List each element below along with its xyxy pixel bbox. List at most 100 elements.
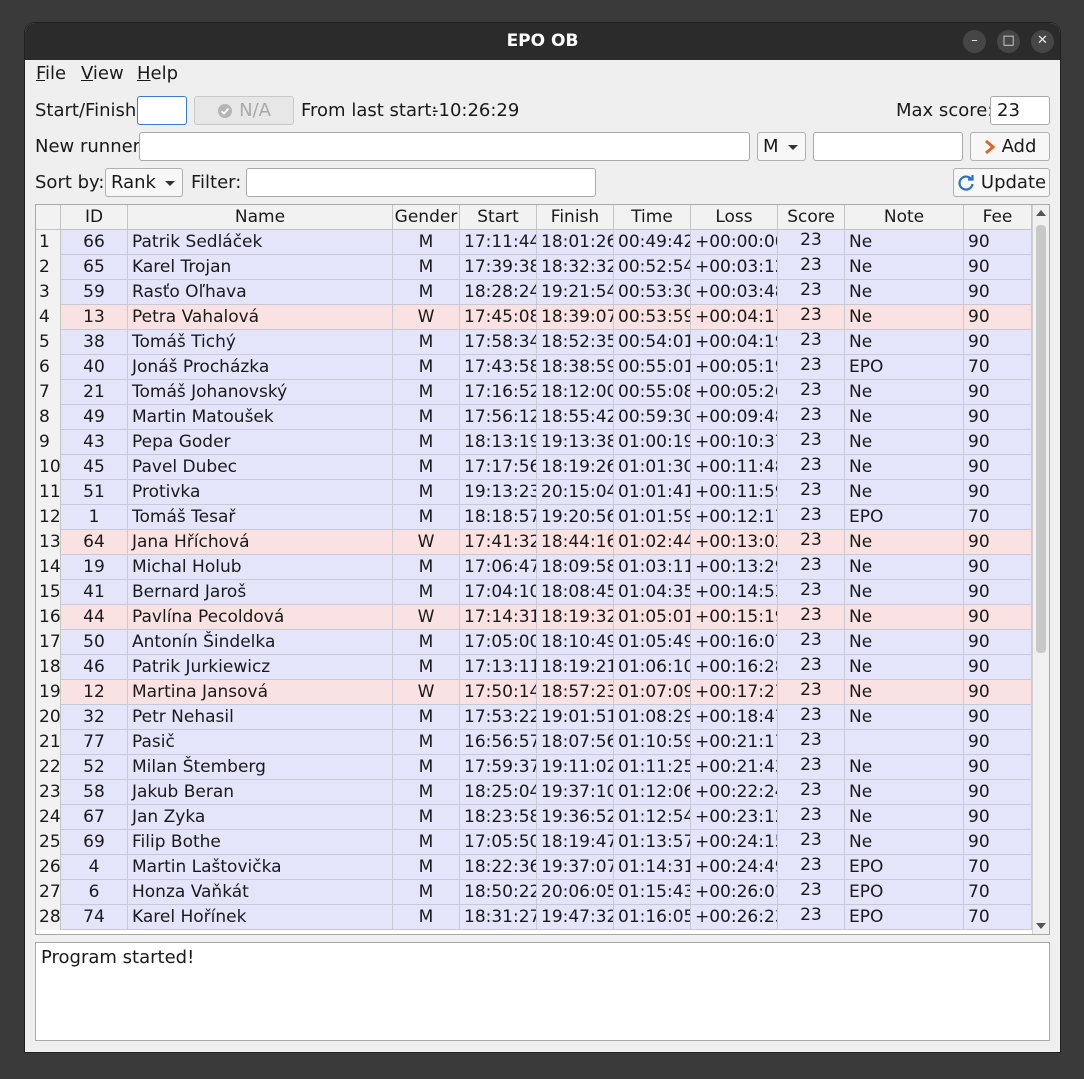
cell-id[interactable]: 52	[61, 755, 128, 780]
table-row[interactable]: 28 74 Karel Hořínek M 18:31:27 19:47:32 01:16:…	[36, 905, 1032, 930]
cell-start[interactable]: 17:59:37	[460, 755, 537, 780]
cell-score[interactable]: 23	[778, 680, 845, 705]
cell-name[interactable]: Bernard Jaroš	[128, 580, 393, 605]
runner-extra-input[interactable]	[813, 132, 963, 161]
cell-name[interactable]: Patrik Sedláček	[128, 230, 393, 255]
cell-start[interactable]: 19:13:23	[460, 480, 537, 505]
cell-note[interactable]: EPO	[845, 355, 964, 380]
row-number[interactable]: 21	[36, 730, 61, 755]
cell-start[interactable]: 17:56:12	[460, 405, 537, 430]
cell-loss[interactable]: +00:15:19	[691, 605, 778, 630]
cell-name[interactable]: Milan Štemberg	[128, 755, 393, 780]
vertical-scrollbar[interactable]	[1032, 205, 1049, 934]
cell-name[interactable]: Pavel Dubec	[128, 455, 393, 480]
column-header-finish[interactable]: Finish	[537, 205, 614, 230]
header-corner[interactable]	[36, 205, 61, 230]
cell-finish[interactable]: 19:13:38	[537, 430, 614, 455]
column-header-name[interactable]: Name	[128, 205, 393, 230]
cell-time[interactable]: 01:07:09	[614, 680, 691, 705]
cell-score[interactable]: 23	[778, 880, 845, 905]
cell-name[interactable]: Tomáš Tesař	[128, 505, 393, 530]
start-finish-input[interactable]	[137, 96, 187, 125]
cell-fee[interactable]: 90	[964, 730, 1032, 755]
cell-loss[interactable]: +00:26:23	[691, 905, 778, 930]
cell-loss[interactable]: +00:24:49	[691, 855, 778, 880]
cell-finish[interactable]: 18:08:45	[537, 580, 614, 605]
cell-finish[interactable]: 18:57:23	[537, 680, 614, 705]
cell-gender[interactable]: M	[393, 705, 460, 730]
cell-name[interactable]: Rasťo Oľhava	[128, 280, 393, 305]
cell-score[interactable]: 23	[778, 780, 845, 805]
cell-time[interactable]: 00:59:30	[614, 405, 691, 430]
cell-loss[interactable]: +00:13:29	[691, 555, 778, 580]
cell-time[interactable]: 01:05:01	[614, 605, 691, 630]
cell-score[interactable]: 23	[778, 830, 845, 855]
cell-start[interactable]: 17:58:34	[460, 330, 537, 355]
row-number[interactable]: 5	[36, 330, 61, 355]
table-row[interactable]: 27 6 Honza Vaňkát M 18:50:22 20:06:05 01:15:43…	[36, 880, 1032, 905]
cell-score[interactable]: 23	[778, 405, 845, 430]
column-header-time[interactable]: Time	[614, 205, 691, 230]
cell-finish[interactable]: 19:37:10	[537, 780, 614, 805]
table-row[interactable]: 25 69 Filip Bothe M 17:05:50 18:19:47 01:13:57…	[36, 830, 1032, 855]
cell-fee[interactable]: 90	[964, 605, 1032, 630]
cell-start[interactable]: 18:50:22	[460, 880, 537, 905]
cell-score[interactable]: 23	[778, 630, 845, 655]
table-row[interactable]: 5 38 Tomáš Tichý M 17:58:34 18:52:35 00:54:01 +…	[36, 330, 1032, 355]
cell-gender[interactable]: M	[393, 755, 460, 780]
cell-note[interactable]	[845, 730, 964, 755]
na-button[interactable]: N/A	[194, 96, 294, 125]
cell-loss[interactable]: +00:10:37	[691, 430, 778, 455]
cell-note[interactable]: Ne	[845, 605, 964, 630]
cell-fee[interactable]: 90	[964, 255, 1032, 280]
cell-note[interactable]: Ne	[845, 630, 964, 655]
menu-file[interactable]: File	[36, 63, 66, 84]
cell-score[interactable]: 23	[778, 705, 845, 730]
menu-help[interactable]: Help	[137, 63, 178, 84]
row-number[interactable]: 26	[36, 855, 61, 880]
row-number[interactable]: 8	[36, 405, 61, 430]
cell-fee[interactable]: 90	[964, 305, 1032, 330]
cell-start[interactable]: 18:18:57	[460, 505, 537, 530]
table-row[interactable]: 16 44 Pavlína Pecoldová W 17:14:31 18:19:32 01…	[36, 605, 1032, 630]
cell-name[interactable]: Filip Bothe	[128, 830, 393, 855]
cell-finish[interactable]: 18:19:47	[537, 830, 614, 855]
cell-finish[interactable]: 20:06:05	[537, 880, 614, 905]
cell-score[interactable]: 23	[778, 805, 845, 830]
cell-fee[interactable]: 90	[964, 430, 1032, 455]
cell-id[interactable]: 40	[61, 355, 128, 380]
cell-time[interactable]: 01:01:59	[614, 505, 691, 530]
cell-id[interactable]: 58	[61, 780, 128, 805]
cell-score[interactable]: 23	[778, 655, 845, 680]
cell-finish[interactable]: 18:38:59	[537, 355, 614, 380]
cell-start[interactable]: 17:13:11	[460, 655, 537, 680]
cell-gender[interactable]: M	[393, 580, 460, 605]
cell-fee[interactable]: 90	[964, 830, 1032, 855]
cell-start[interactable]: 18:22:36	[460, 855, 537, 880]
cell-note[interactable]: EPO	[845, 855, 964, 880]
cell-fee[interactable]: 90	[964, 755, 1032, 780]
column-header-id[interactable]: ID	[61, 205, 128, 230]
cell-fee[interactable]: 70	[964, 355, 1032, 380]
cell-start[interactable]: 17:53:22	[460, 705, 537, 730]
cell-start[interactable]: 18:25:04	[460, 780, 537, 805]
cell-time[interactable]: 01:00:19	[614, 430, 691, 455]
row-number[interactable]: 3	[36, 280, 61, 305]
cell-score[interactable]: 23	[778, 430, 845, 455]
cell-finish[interactable]: 19:37:07	[537, 855, 614, 880]
cell-fee[interactable]: 90	[964, 405, 1032, 430]
cell-id[interactable]: 19	[61, 555, 128, 580]
filter-input[interactable]	[246, 168, 596, 197]
minimize-button[interactable]: –	[963, 30, 986, 53]
table-row[interactable]: 13 64 Jana Hříchová W 17:41:32 18:44:16 01:02:…	[36, 530, 1032, 555]
table-row[interactable]: 26 4 Martin Laštovička M 18:22:36 19:37:07 01:…	[36, 855, 1032, 880]
cell-id[interactable]: 32	[61, 705, 128, 730]
cell-gender[interactable]: M	[393, 405, 460, 430]
cell-name[interactable]: Tomáš Tichý	[128, 330, 393, 355]
cell-time[interactable]: 01:05:49	[614, 630, 691, 655]
cell-name[interactable]: Martin Matoušek	[128, 405, 393, 430]
cell-gender[interactable]: M	[393, 480, 460, 505]
row-number[interactable]: 15	[36, 580, 61, 605]
cell-note[interactable]: Ne	[845, 380, 964, 405]
cell-time[interactable]: 01:03:11	[614, 555, 691, 580]
